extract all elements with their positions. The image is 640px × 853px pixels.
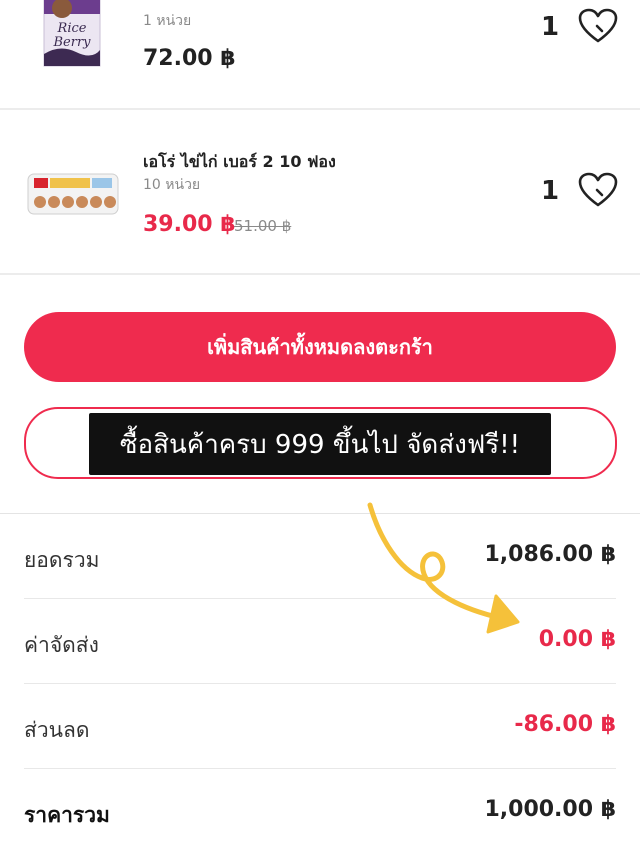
summary-row-total: ราคารวม 1,000.00 ฿ [24,769,616,853]
add-all-to-cart-button[interactable]: เพิ่มสินค้าทั้งหมดลงตะกร้า [24,312,616,382]
product-name[interactable]: เอโร่ ไข่ไก่ เบอร์ 2 10 ฟอง [143,150,336,175]
product-unit: 1 หน่วย [143,13,192,29]
total-value: 1,000.00 ฿ [484,797,616,822]
quantity-value[interactable]: 1 [541,176,559,206]
shipping-label: ค่าจัดส่ง [24,633,99,657]
subtotal-label: ยอดรวม [24,548,100,572]
svg-text:Berry: Berry [52,35,91,50]
product-price: 72.00 ฿ [143,46,236,71]
discount-label: ส่วนลด [24,718,90,742]
discount-value: -86.00 ฿ [514,712,616,737]
free-shipping-banner: ซื้อสินค้าครบ 999 ขึ้นไป จัดส่งฟรี!! [89,413,551,475]
order-summary: ยอดรวม 1,086.00 ฿ ค่าจัดส่ง 0.00 ฿ ส่วนล… [0,514,640,853]
cart-item-eggs: เอโร่ ไข่ไก่ เบอร์ 2 10 ฟอง 10 หน่วย 39.… [0,110,640,273]
annotation-arrow [367,502,520,634]
svg-text:Rice: Rice [57,21,87,36]
product-original-price: 51.00 ฿ [234,217,292,235]
favorite-heart-icon[interactable] [578,172,618,208]
cart-item-riceberry: Rice Berry 1 หน่วย 72.00 ฿ 1 [0,0,640,108]
quantity-value[interactable]: 1 [541,12,559,42]
summary-row-discount: ส่วนลด -86.00 ฿ [24,684,616,769]
product-unit: 10 หน่วย [143,177,201,193]
product-sale-price: 39.00 ฿ [143,212,236,237]
shipping-value: 0.00 ฿ [538,627,616,652]
favorite-heart-icon[interactable] [578,8,618,44]
divider [0,273,640,275]
product-thumbnail: Rice Berry [40,0,104,70]
product-thumbnail [26,170,120,218]
total-label: ราคารวม [24,803,110,827]
